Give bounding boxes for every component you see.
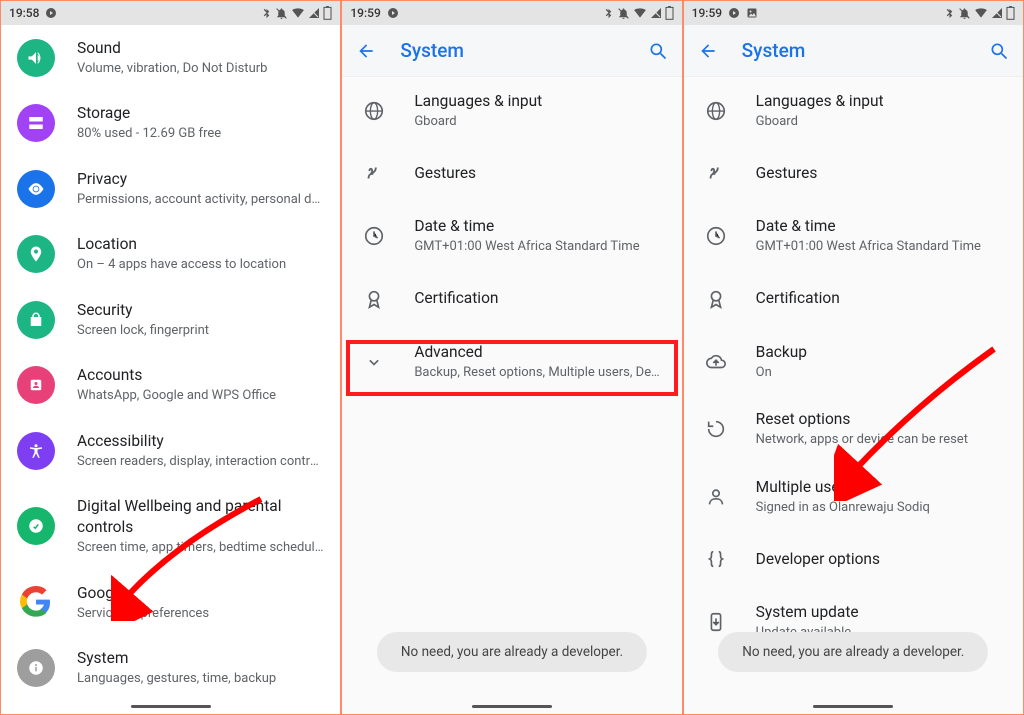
system-list-expanded: Languages & inputGboard Gestures Date & … xyxy=(684,77,1023,714)
row-location[interactable]: LocationOn – 4 apps have access to locat… xyxy=(1,221,340,286)
highlight-advanced xyxy=(346,340,677,396)
globe-icon xyxy=(362,99,386,123)
cloud-icon xyxy=(704,350,728,374)
battery-icon xyxy=(323,6,332,20)
globe-icon xyxy=(704,99,728,123)
status-bar: 19:59 xyxy=(684,1,1023,25)
row-developer[interactable]: Developer options xyxy=(684,530,1023,588)
row-security[interactable]: SecurityScreen lock, fingerprint xyxy=(1,287,340,352)
gestures-icon xyxy=(362,161,386,185)
nav-handle[interactable] xyxy=(472,705,552,708)
settings-list: SoundVolume, vibration, Do Not Disturb S… xyxy=(1,25,340,714)
status-icons xyxy=(261,6,332,20)
page-header: System xyxy=(684,25,1023,77)
row-system[interactable]: SystemLanguages, gestures, time, backup xyxy=(1,635,340,700)
page-title: System xyxy=(400,39,623,62)
notif-dot-icon xyxy=(45,7,57,19)
page-title: System xyxy=(742,39,965,62)
braces-icon xyxy=(704,547,728,571)
google-icon xyxy=(17,583,55,621)
bluetooth-icon xyxy=(261,8,272,19)
update-icon xyxy=(704,610,728,634)
sound-icon xyxy=(17,39,55,77)
badge-icon xyxy=(704,287,728,311)
security-icon xyxy=(17,301,55,339)
row-sound[interactable]: SoundVolume, vibration, Do Not Disturb xyxy=(1,25,340,90)
row-certification[interactable]: Certification xyxy=(342,270,681,328)
toast: No need, you are already a developer. xyxy=(718,632,988,672)
wifi-icon xyxy=(291,7,305,19)
row-multiusers[interactable]: Multiple usersSigned in as Olanrewaju So… xyxy=(684,463,1023,530)
notif-dot-icon xyxy=(728,7,740,19)
status-bar: 19:59 xyxy=(342,1,681,25)
row-languages[interactable]: Languages & inputGboard xyxy=(684,77,1023,144)
row-privacy[interactable]: PrivacyPermissions, account activity, pe… xyxy=(1,156,340,221)
toast: No need, you are already a developer. xyxy=(377,632,647,672)
row-datetime[interactable]: Date & timeGMT+01:00 West Africa Standar… xyxy=(684,202,1023,269)
row-reset[interactable]: Reset optionsNetwork, apps or device can… xyxy=(684,395,1023,462)
accessibility-icon xyxy=(17,432,55,470)
row-wellbeing[interactable]: Digital Wellbeing and parental controlsS… xyxy=(1,483,340,569)
gestures-icon xyxy=(704,161,728,185)
row-backup[interactable]: BackupOn xyxy=(684,328,1023,395)
status-icons xyxy=(603,6,674,20)
row-certification[interactable]: Certification xyxy=(684,270,1023,328)
row-gestures[interactable]: Gestures xyxy=(684,144,1023,202)
clock-icon xyxy=(362,224,386,248)
nav-handle[interactable] xyxy=(131,705,211,708)
phone-2-system: 19:59 System Languages & inputGboard xyxy=(342,1,683,714)
phone-3-system-expanded: 19:59 System Languages & inputGboard xyxy=(684,1,1023,714)
back-button[interactable] xyxy=(698,41,718,61)
row-datetime[interactable]: Date & timeGMT+01:00 West Africa Standar… xyxy=(342,202,681,269)
privacy-icon xyxy=(17,170,55,208)
reset-icon xyxy=(704,417,728,441)
accounts-icon xyxy=(17,366,55,404)
signal-icon xyxy=(308,7,320,19)
clock: 19:59 xyxy=(692,6,722,20)
system-icon xyxy=(17,649,55,687)
search-button[interactable] xyxy=(648,41,668,61)
row-gestures[interactable]: Gestures xyxy=(342,144,681,202)
search-button[interactable] xyxy=(989,41,1009,61)
notif-dot-icon xyxy=(387,7,399,19)
clock: 19:59 xyxy=(350,6,380,20)
location-icon xyxy=(17,235,55,273)
row-storage[interactable]: Storage80% used - 12.69 GB free xyxy=(1,90,340,155)
clock-icon xyxy=(704,224,728,248)
phone-1-settings: 19:58 SoundVolume, vibration, Do Not Dis… xyxy=(1,1,342,714)
nav-handle[interactable] xyxy=(813,705,893,708)
wellbeing-icon xyxy=(17,507,55,545)
page-header: System xyxy=(342,25,681,77)
row-accessibility[interactable]: AccessibilityScreen readers, display, in… xyxy=(1,418,340,483)
dnd-icon xyxy=(275,7,288,20)
clock: 19:58 xyxy=(9,6,39,20)
person-icon xyxy=(704,485,728,509)
status-bar: 19:58 xyxy=(1,1,340,25)
notif-image-icon xyxy=(746,7,758,19)
row-languages[interactable]: Languages & inputGboard xyxy=(342,77,681,144)
system-list: Languages & inputGboard Gestures Date & … xyxy=(342,77,681,714)
badge-icon xyxy=(362,287,386,311)
back-button[interactable] xyxy=(356,41,376,61)
row-google[interactable]: GoogleServices & preferences xyxy=(1,570,340,635)
row-accounts[interactable]: AccountsWhatsApp, Google and WPS Office xyxy=(1,352,340,417)
status-icons xyxy=(944,6,1015,20)
storage-icon xyxy=(17,104,55,142)
